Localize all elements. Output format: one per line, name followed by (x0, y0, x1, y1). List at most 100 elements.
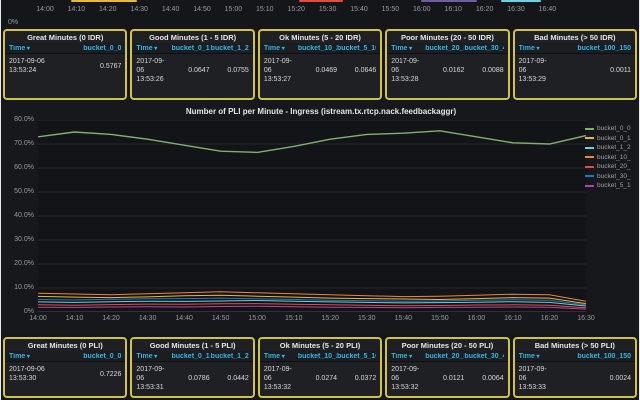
value-cell: 0.0786 (188, 375, 210, 382)
column-header-bucket_100_150[interactable]: bucket_100_150 (553, 353, 631, 360)
column-header-bucket_5_10[interactable]: bucket_5_10 (337, 353, 376, 360)
x-axis-label: 15:50 (431, 315, 449, 322)
column-header-time[interactable]: Time ▾ (9, 353, 65, 360)
pli-chart-panel: Number of PLI per Minute - Ingress (istr… (2, 102, 639, 335)
y-axis-label: 30.0% (14, 236, 34, 243)
legend-item-bucket_1_2[interactable]: bucket_1_2 (585, 143, 638, 153)
time-tick-label: 16:10 (444, 6, 462, 13)
value-cell: 0.0162 (443, 67, 465, 74)
column-header-time[interactable]: Time ▾ (519, 45, 553, 52)
column-header-bucket_0_1[interactable]: bucket_0_1 (170, 45, 209, 52)
table-header-row: Time ▾bucket_20_30bucket_30_40 (387, 43, 508, 54)
table-header-row: Time ▾ bucket_0_1 bucket_1_2 (132, 43, 253, 54)
legend-item-bucket_0_0[interactable]: bucket_0_0 (585, 124, 638, 134)
column-header-bucket_30_40[interactable]: bucket_30_40 (464, 353, 503, 360)
time-cell: 2017-09-06 13:53:28 (391, 58, 420, 83)
time-cell: 2017-09-06 13:53:26 (136, 58, 165, 83)
legend-label: bucket_5_10 (597, 182, 631, 190)
chart-plot-area[interactable] (38, 120, 586, 312)
time-tick-label: 16:00 (413, 6, 431, 13)
column-header-bucket_100_150[interactable]: bucket_100_150 (553, 45, 631, 52)
time-cell: 2017-09-06 13:53:24 (9, 58, 45, 74)
value-cell: 0.5767 (99, 62, 122, 70)
x-axis-label: 14:20 (102, 315, 120, 322)
legend-color-swatch (585, 156, 594, 159)
column-header-time[interactable]: Time ▾ (391, 45, 425, 52)
panel-title[interactable]: Ok Minutes (5 - 20 IDR) (260, 31, 380, 43)
column-header-time[interactable]: Time ▾ (9, 45, 65, 52)
time-tick-label: 16:30 (507, 6, 525, 13)
value-cell: 0.0024 (609, 375, 632, 382)
table-row: 2017-09-06 13:53:30 0.7226 (5, 362, 125, 386)
x-axis-label: 14:10 (65, 315, 84, 322)
table-panel: Ok Minutes (5 - 20 IDR)Time ▾bucket_10_2… (257, 29, 383, 100)
series-line-fragment (501, 0, 541, 2)
value-cell: 0.0469 (315, 67, 338, 74)
column-header-bucket_20_30[interactable]: bucket_20_30 (425, 353, 464, 360)
time-tick-label: 15:30 (318, 6, 337, 13)
time-cell: 2017-09-06 13:53:27 (263, 58, 292, 83)
time-cell: 2017-09-06 13:53:33 (518, 366, 547, 391)
series-line-fragment (421, 0, 477, 2)
idr-tables-row: Great Minutes (0 IDR) Time ▾ bucket_0_0 201… (1, 29, 639, 100)
panel-title[interactable]: Bad Minutes (> 50 IDR) (515, 31, 635, 43)
series-line-bucket_5_10 (38, 305, 586, 310)
legend-color-swatch (585, 165, 594, 168)
table-header-row: Time ▾ bucket_0_0 (5, 43, 126, 54)
panel-title[interactable]: Great Minutes (0 IDR) (5, 31, 125, 43)
column-header-time[interactable]: Time ▾ (136, 353, 170, 360)
y-axis-label: 0% (23, 308, 34, 315)
table-header-row: Time ▾ bucket_100_150 (514, 43, 636, 54)
grafana-dashboard: 14:00 14:10 14:20 14:30 14:40 14:50 15:00 15:10… (0, 0, 640, 400)
legend-item-bucket_30_40[interactable]: bucket_30_40 (585, 172, 638, 182)
column-header-time[interactable]: Time ▾ (264, 353, 298, 360)
legend-item-bucket_5_10[interactable]: bucket_5_10 (585, 181, 638, 191)
value-cell: 0.0442 (227, 375, 249, 382)
time-tick-label: 14:40 (161, 6, 180, 13)
sort-desc-icon: ▾ (280, 46, 285, 52)
panel-title[interactable]: Bad Minutes (> 50 PLI) (515, 339, 635, 351)
sort-desc-icon: ▾ (152, 354, 158, 360)
panel-title[interactable]: Great Minutes (0 PLI) (5, 339, 125, 351)
time-tick-label: 16:20 (475, 6, 494, 13)
y-axis-label: 70.0% (14, 140, 34, 147)
panel-title[interactable]: Poor Minutes (20 - 50 IDR) (387, 31, 507, 43)
column-header-bucket_5_10[interactable]: bucket_5_10 (337, 45, 376, 52)
column-header-time[interactable]: Time ▾ (391, 353, 425, 360)
legend-label: bucket_10_20 (597, 153, 631, 161)
column-header-bucket_1_2[interactable]: bucket_1_2 (210, 353, 249, 360)
column-header-bucket_0_1[interactable]: bucket_0_1 (170, 353, 209, 360)
panel-title[interactable]: Ok Minutes (5 - 20 PLI) (260, 339, 380, 351)
y-axis-zero-label: 0% (8, 19, 19, 26)
table-header-row: Time ▾bucket_10_20bucket_5_10 (259, 43, 381, 54)
column-header-bucket_0_0[interactable]: bucket_0_0 (65, 353, 121, 360)
chart-title[interactable]: Number of PLI per Minute - Ingress (istr… (2, 107, 639, 116)
panel-title[interactable]: Poor Minutes (20 - 50 PLI) (387, 339, 507, 351)
table-row: 2017-09-06 13:53:24 0.5767 (5, 54, 125, 78)
value-cell: 0.0274 (315, 375, 338, 382)
value-cell: 0.0372 (354, 375, 377, 382)
column-header-time[interactable]: Time ▾ (519, 353, 553, 360)
column-header-time[interactable]: Time ▾ (264, 45, 298, 52)
legend-item-bucket_10_20[interactable]: bucket_10_20 (585, 153, 638, 163)
legend-item-bucket_20_30[interactable]: bucket_20_30 (585, 162, 638, 172)
column-header-bucket_10_20[interactable]: bucket_10_20 (298, 45, 337, 52)
legend-label: bucket_1_2 (597, 144, 631, 152)
value-cell: 0.0121 (443, 375, 465, 382)
sort-desc-icon: ▾ (407, 354, 413, 360)
column-header-time[interactable]: Time ▾ (136, 45, 170, 52)
time-cell: 2017-09-06 13:53:31 (136, 366, 165, 391)
column-header-bucket_0_0[interactable]: bucket_0_0 (65, 45, 121, 52)
table-panel: Good Minutes (1 - 5 IDR) Time ▾ bucket_0_1… (130, 29, 255, 100)
legend-color-swatch (585, 137, 594, 140)
x-axis-label: 14:00 (29, 315, 47, 322)
table-row: 2017-09-06 13:53:27 0.0469 0.0646 (260, 54, 380, 87)
column-header-bucket_30_40[interactable]: bucket_30_40 (464, 45, 503, 52)
table-header-row: Time ▾ bucket_0_0 (5, 351, 126, 362)
legend-item-bucket_0_1[interactable]: bucket_0_1 (585, 134, 638, 144)
column-header-bucket_10_20[interactable]: bucket_10_20 (298, 353, 337, 360)
panel-title[interactable]: Good Minutes (1 - 5 IDR) (132, 31, 252, 43)
column-header-bucket_20_30[interactable]: bucket_20_30 (425, 45, 464, 52)
panel-title[interactable]: Good Minutes (1 - 5 PLI) (132, 339, 252, 351)
column-header-bucket_1_2[interactable]: bucket_1_2 (210, 45, 249, 52)
